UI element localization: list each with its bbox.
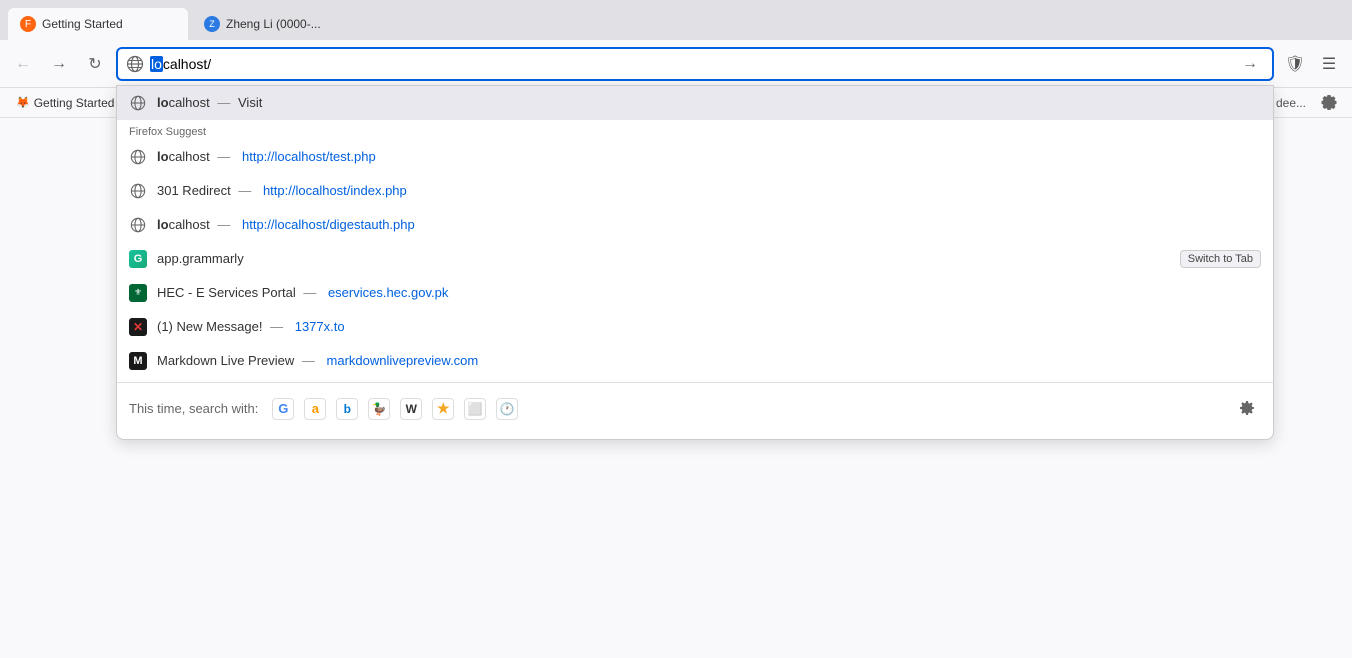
dropdown-item-grammarly[interactable]: G app.grammarly Switch to Tab: [117, 242, 1273, 276]
forward-button[interactable]: →: [44, 49, 74, 79]
search-engine-bookmarks[interactable]: ★: [432, 398, 454, 420]
search-engine-amazon[interactable]: a: [304, 398, 326, 420]
tab-zheng-li[interactable]: Z Zheng Li (0000-...: [192, 8, 372, 40]
dropdown-item-grammarly-text: app.grammarly: [157, 251, 1170, 266]
reload-button[interactable]: ↻: [80, 49, 110, 79]
search-engine-history[interactable]: 🕐: [496, 398, 518, 420]
search-with-row: This time, search with: G a b: [117, 387, 1273, 431]
tab-bar: F Getting Started Z Zheng Li (0000-...: [0, 0, 1352, 40]
dropdown-item-1377x[interactable]: ✕ (1) New Message! — 1377x.to: [117, 310, 1273, 344]
dropdown-top-item[interactable]: localhost — Visit: [117, 86, 1273, 120]
search-engine-bing[interactable]: b: [336, 398, 358, 420]
switch-to-tab-badge[interactable]: Switch to Tab: [1180, 250, 1261, 268]
1377x-favicon-icon: ✕: [129, 318, 147, 336]
bookmark-getting-started[interactable]: 🦊 Getting Started: [8, 94, 122, 112]
tab-label-1: Getting Started: [42, 17, 176, 31]
dropdown-item-0[interactable]: localhost — http://localhost/test.php: [117, 140, 1273, 174]
dropdown-item-2[interactable]: localhost — http://localhost/digestauth.…: [117, 208, 1273, 242]
address-dropdown: localhost — Visit Firefox Suggest: [116, 85, 1274, 440]
address-highlight: lo: [150, 56, 163, 72]
dropdown-divider: [117, 382, 1273, 383]
bookmark-label-1: Getting Started: [34, 96, 115, 110]
dropdown-item-2-text: localhost — http://localhost/digestauth.…: [157, 217, 1261, 232]
dropdown-item-markdown-text: Markdown Live Preview — markdownliveprev…: [157, 353, 1261, 368]
tab-label-2: Zheng Li (0000-...: [226, 17, 360, 31]
shield-button[interactable]: 🛡: [1280, 49, 1310, 79]
tab-getting-started[interactable]: F Getting Started: [8, 8, 188, 40]
firefox-suggest-label: Firefox Suggest: [117, 120, 1273, 140]
search-settings-button[interactable]: [1233, 395, 1261, 423]
address-rest: calhost/: [163, 56, 211, 72]
dropdown-item-1[interactable]: 301 Redirect — http://localhost/index.ph…: [117, 174, 1273, 208]
dropdown-item-globe-3: [129, 216, 147, 234]
address-bar-wrapper: localhost/ → localhost —: [116, 47, 1274, 81]
gear-icon-button[interactable]: [1314, 88, 1344, 118]
search-with-label: This time, search with:: [129, 401, 258, 416]
toolbar: ← → ↻ localhost/ →: [0, 40, 1352, 88]
dropdown-item-hec[interactable]: ⚜ HEC - E Services Portal — eservices.he…: [117, 276, 1273, 310]
search-engine-tabs[interactable]: ⬜: [464, 398, 486, 420]
dropdown-item-markdown[interactable]: M Markdown Live Preview — markdownlivepr…: [117, 344, 1273, 378]
hec-favicon-icon: ⚜: [129, 284, 147, 302]
search-engine-wikipedia[interactable]: W: [400, 398, 422, 420]
bookmark-favicon-1: 🦊: [16, 96, 30, 109]
toolbar-right: 🛡 ☰: [1280, 49, 1344, 79]
globe-icon: [126, 55, 144, 73]
grammarly-favicon-icon: G: [129, 250, 147, 268]
address-bar: localhost/ →: [116, 47, 1274, 81]
go-button[interactable]: →: [1236, 50, 1264, 78]
search-engine-duckduckgo[interactable]: 🦆: [368, 398, 390, 420]
address-text[interactable]: localhost/: [150, 56, 1230, 72]
dropdown-item-globe-0: [129, 94, 147, 112]
tab-favicon-1: F: [20, 16, 36, 32]
menu-button[interactable]: ☰: [1314, 49, 1344, 79]
markdown-favicon-icon: M: [129, 352, 147, 370]
search-engine-google[interactable]: G: [272, 398, 294, 420]
dropdown-item-1-text: 301 Redirect — http://localhost/index.ph…: [157, 183, 1261, 198]
back-button[interactable]: ←: [8, 49, 38, 79]
dropdown-top-text: localhost — Visit: [157, 95, 1261, 110]
dropdown-item-hec-text: HEC - E Services Portal — eservices.hec.…: [157, 285, 1261, 300]
dropdown-item-globe-2: [129, 182, 147, 200]
tab-favicon-2: Z: [204, 16, 220, 32]
browser-frame: F Getting Started Z Zheng Li (0000-... ←…: [0, 0, 1352, 658]
dropdown-item-0-text: localhost — http://localhost/test.php: [157, 149, 1261, 164]
dropdown-item-globe-1: [129, 148, 147, 166]
dropdown-item-1377x-text: (1) New Message! — 1377x.to: [157, 319, 1261, 334]
